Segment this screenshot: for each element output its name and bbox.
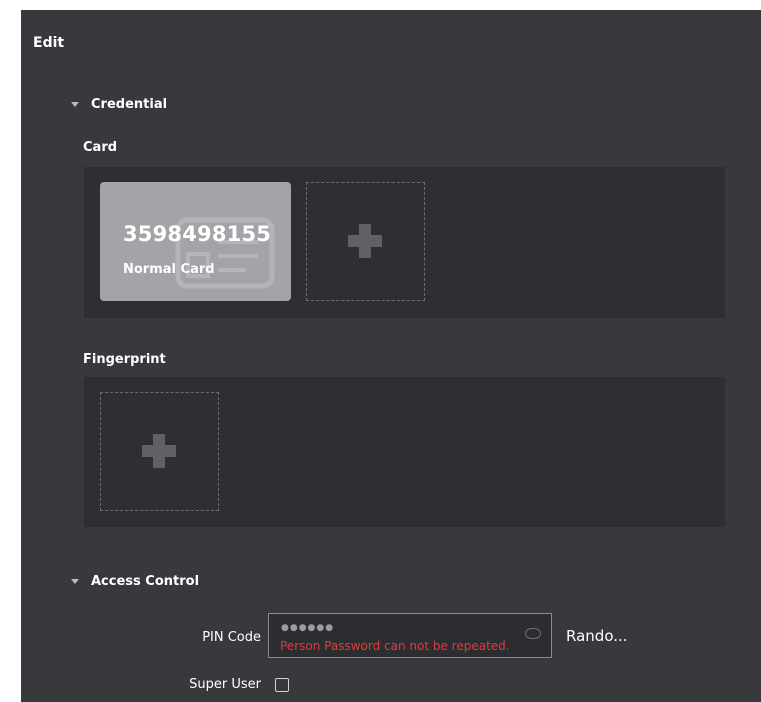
page-title: Edit (33, 35, 65, 51)
fingerprint-label: Fingerprint (83, 352, 166, 367)
pin-code-label: PIN Code (202, 630, 261, 645)
fingerprint-box (84, 377, 725, 527)
credential-section-toggle[interactable]: Credential (71, 97, 167, 112)
access-control-section-toggle[interactable]: Access Control (71, 574, 199, 589)
access-control-section-label: Access Control (91, 574, 200, 589)
edit-panel: Edit Credential Card 3598498155 Normal C… (21, 10, 761, 702)
chevron-down-icon (71, 579, 79, 584)
chevron-down-icon (71, 102, 79, 107)
random-button[interactable]: Rando... (566, 627, 628, 645)
super-user-checkbox[interactable] (275, 678, 289, 692)
pin-code-input[interactable]: ●●●●●● Person Password can not be repeat… (268, 613, 552, 658)
pin-code-masked-value: ●●●●●● (281, 623, 335, 633)
card-label: Card (83, 140, 118, 155)
card-box: 3598498155 Normal Card (84, 167, 725, 318)
card-type: Normal Card (123, 262, 215, 277)
card-item[interactable]: 3598498155 Normal Card (100, 182, 291, 301)
credential-section-label: Credential (91, 97, 168, 112)
eye-icon[interactable] (525, 628, 541, 639)
super-user-label: Super User (189, 677, 261, 692)
add-card-button[interactable] (306, 182, 425, 301)
pin-code-error: Person Password can not be repeated. (280, 639, 510, 653)
window-top-strip (0, 0, 761, 10)
card-number: 3598498155 (123, 222, 272, 246)
add-fingerprint-button[interactable] (100, 392, 219, 511)
